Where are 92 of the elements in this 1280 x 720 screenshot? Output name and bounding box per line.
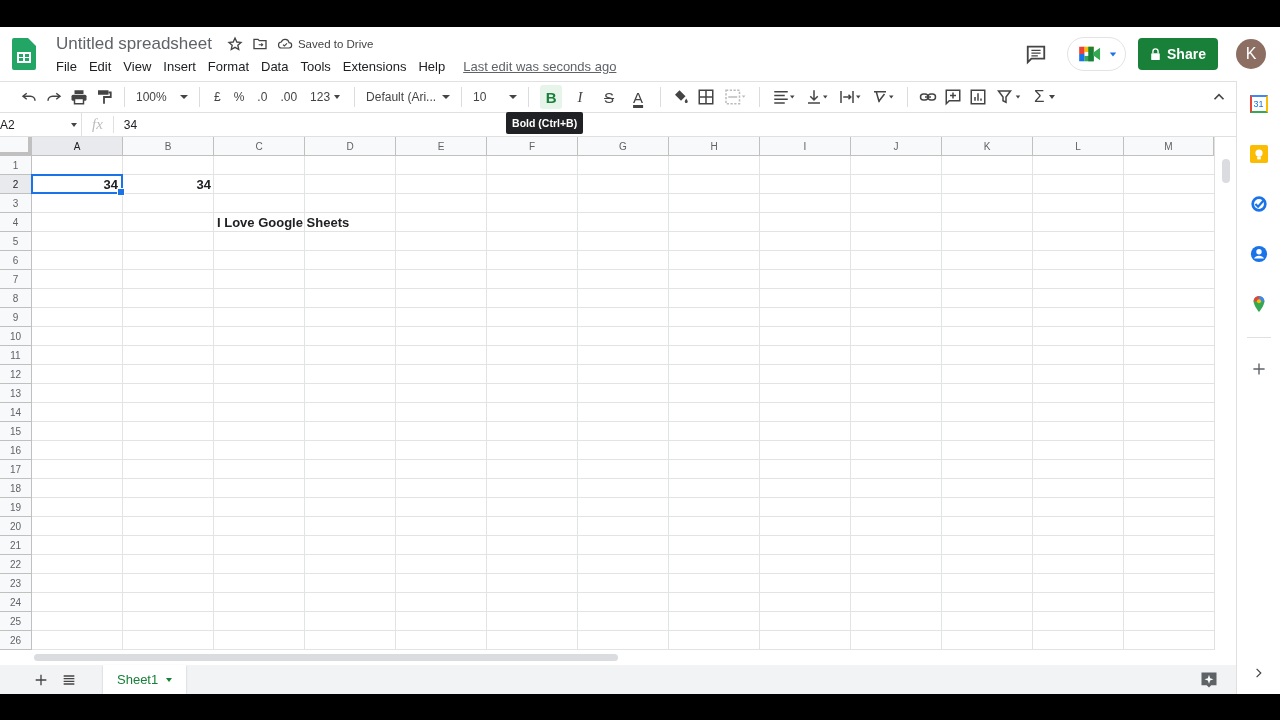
font-dropdown[interactable]: Default (Ari... (366, 86, 451, 108)
row-header[interactable]: 3 (0, 194, 32, 213)
row-header[interactable]: 13 (0, 384, 32, 403)
column-header[interactable]: I (760, 137, 851, 156)
column-header[interactable]: B (123, 137, 214, 156)
row-header[interactable]: 9 (0, 308, 32, 327)
bold-button[interactable]: B (540, 85, 563, 109)
menu-item[interactable]: Extensions (336, 57, 413, 75)
row-header[interactable]: 8 (0, 289, 32, 308)
row-header[interactable]: 7 (0, 270, 32, 289)
share-button[interactable]: Share (1138, 38, 1218, 70)
explore-icon[interactable] (1200, 670, 1218, 689)
account-avatar[interactable]: K (1236, 39, 1266, 69)
formula-input[interactable]: 34 (123, 117, 138, 132)
row-header[interactable]: 19 (0, 498, 32, 517)
selected-cell[interactable]: 34 (31, 174, 123, 194)
strikethrough-button[interactable]: S (598, 85, 621, 109)
paint-format-icon[interactable] (95, 88, 113, 106)
caret-icon (1109, 50, 1117, 58)
column-header[interactable]: H (669, 137, 760, 156)
menu-item[interactable]: Tools (294, 57, 337, 75)
row-header[interactable]: 15 (0, 422, 32, 441)
font-size-dropdown[interactable]: 10 (473, 86, 518, 108)
column-header[interactable]: D (305, 137, 396, 156)
menu-item[interactable]: Help (412, 57, 452, 75)
row-header[interactable]: 20 (0, 517, 32, 536)
meet-button[interactable] (1067, 37, 1126, 71)
fill-color-icon[interactable] (672, 88, 691, 106)
column-header[interactable]: J (851, 137, 942, 156)
last-edit-link[interactable]: Last edit was seconds ago (463, 58, 617, 74)
menu-item[interactable]: File (56, 57, 83, 75)
zoom-dropdown[interactable]: 100% (136, 86, 188, 108)
row-header[interactable]: 12 (0, 365, 32, 384)
save-status: Saved to Drive (297, 37, 374, 50)
row-header[interactable]: 6 (0, 251, 32, 270)
row-header[interactable]: 14 (0, 403, 32, 422)
row-header[interactable]: 16 (0, 441, 32, 460)
row-header[interactable]: 5 (0, 232, 32, 251)
borders-icon[interactable] (697, 88, 716, 106)
row-header[interactable]: 23 (0, 574, 32, 593)
comment-icon[interactable] (1025, 43, 1047, 65)
column-header[interactable]: L (1033, 137, 1124, 156)
name-box[interactable]: A2 (0, 113, 82, 136)
row-header[interactable]: 25 (0, 612, 32, 631)
increase-decimals-button[interactable]: .00 (277, 86, 301, 108)
currency-button[interactable]: £ (211, 86, 224, 108)
document-title[interactable]: Untitled spreadsheet (56, 33, 212, 54)
italic-button[interactable]: I (569, 85, 592, 109)
column-header[interactable]: G (578, 137, 669, 156)
decrease-decimals-button[interactable]: .0 (254, 86, 271, 108)
menu-item[interactable]: Format (201, 57, 255, 75)
lock-icon (1150, 48, 1162, 60)
row-header[interactable]: 26 (0, 631, 32, 650)
cell-text[interactable]: I Love Google Sheets (217, 215, 350, 230)
cell-text[interactable]: 34 (196, 177, 211, 192)
functions-dropdown[interactable]: Σ (1031, 86, 1058, 108)
cell-text: 34 (103, 176, 118, 192)
print-icon[interactable] (70, 88, 88, 106)
row-header[interactable]: 18 (0, 479, 32, 498)
column-header[interactable]: A (32, 137, 123, 156)
tasks-icon[interactable] (1249, 195, 1268, 213)
row-header[interactable]: 10 (0, 327, 32, 346)
sheet-tab[interactable]: Sheet1 (103, 665, 187, 694)
menu-item[interactable]: Insert (157, 57, 202, 75)
row-header[interactable]: 17 (0, 460, 32, 479)
star-icon[interactable] (226, 35, 243, 52)
contacts-icon[interactable] (1249, 245, 1268, 263)
sheets-logo-icon[interactable] (12, 38, 36, 70)
row-header[interactable]: 4 (0, 213, 32, 232)
column-header[interactable]: C (214, 137, 305, 156)
add-icon[interactable] (1251, 362, 1266, 376)
calendar-icon[interactable]: 31 (1249, 95, 1268, 113)
row-header[interactable]: 21 (0, 536, 32, 555)
tooltip: Bold (Ctrl+B) (506, 112, 584, 134)
menu-item[interactable]: Data (255, 57, 295, 75)
percent-button[interactable]: % (230, 86, 248, 108)
number-format-dropdown[interactable]: 123 (307, 86, 344, 108)
row-header[interactable]: 1 (0, 156, 32, 175)
insert-comment-icon[interactable] (944, 88, 963, 106)
menu-item[interactable]: View (117, 57, 158, 75)
row-header[interactable]: 2 (0, 175, 32, 194)
column-header[interactable]: K (942, 137, 1033, 156)
column-header[interactable]: E (396, 137, 487, 156)
menu-item[interactable]: Edit (82, 57, 118, 75)
column-header[interactable]: F (487, 137, 578, 156)
chart-icon[interactable] (969, 88, 988, 106)
row-header[interactable]: 22 (0, 555, 32, 574)
row-header[interactable]: 24 (0, 593, 32, 612)
column-header[interactable]: M (1124, 137, 1214, 156)
row-header[interactable]: 11 (0, 346, 32, 365)
fx-label: fx (82, 116, 114, 133)
text-color-button[interactable]: A (627, 85, 650, 109)
